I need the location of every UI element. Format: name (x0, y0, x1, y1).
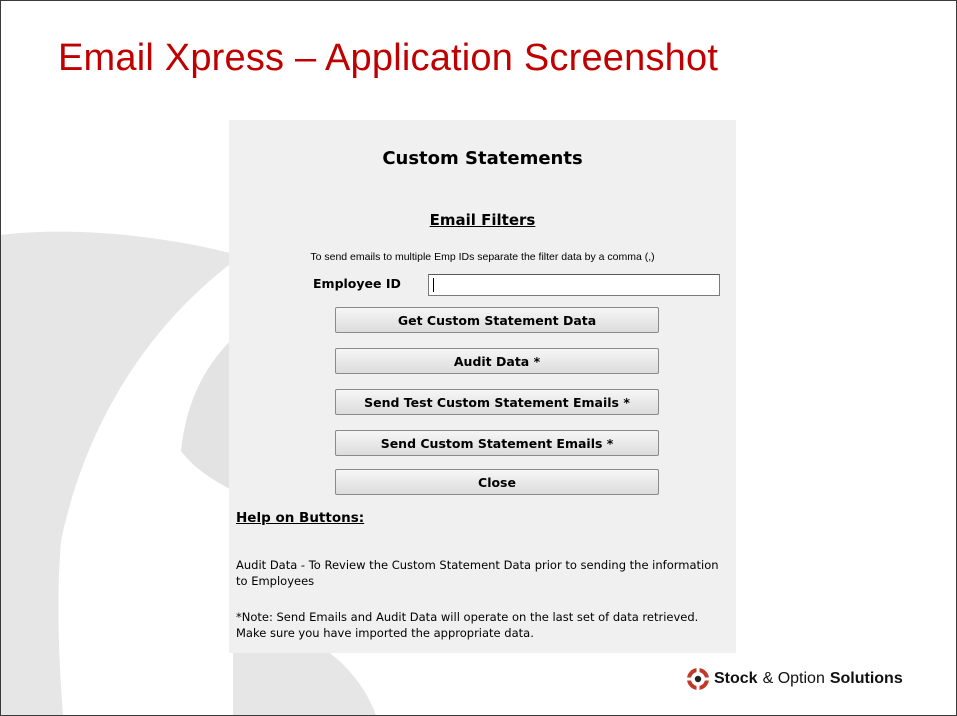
help-heading: Help on Buttons: (236, 510, 365, 526)
employee-id-input[interactable] (428, 274, 720, 296)
send-test-emails-button[interactable]: Send Test Custom Statement Emails * (335, 389, 659, 415)
text-caret (433, 278, 434, 292)
close-button[interactable]: Close (335, 469, 659, 495)
employee-id-label: Employee ID (313, 276, 401, 291)
sos-logo-icon (687, 668, 709, 690)
custom-statements-dialog: Custom Statements Email Filters To send … (229, 120, 736, 653)
send-emails-button[interactable]: Send Custom Statement Emails * (335, 430, 659, 456)
filters-hint: To send emails to multiple Emp IDs separ… (310, 251, 655, 263)
slide-title: Email Xpress – Application Screenshot (58, 37, 719, 79)
slide: Email Xpress – Application Screenshot Cu… (0, 0, 957, 716)
dialog-heading: Custom Statements (382, 148, 583, 169)
help-note-text: *Note: Send Emails and Audit Data will o… (236, 610, 699, 640)
logo-word-option: & Option (762, 670, 825, 687)
logo-word-stock: Stock (714, 670, 758, 687)
get-custom-statement-data-button[interactable]: Get Custom Statement Data (335, 307, 659, 333)
company-logo: Stock & Option Solutions (687, 666, 903, 692)
email-filters-heading: Email Filters (429, 211, 536, 229)
help-audit-text: Audit Data - To Review the Custom Statem… (236, 558, 719, 588)
logo-word-solutions: Solutions (829, 670, 903, 687)
audit-data-button[interactable]: Audit Data * (335, 348, 659, 374)
